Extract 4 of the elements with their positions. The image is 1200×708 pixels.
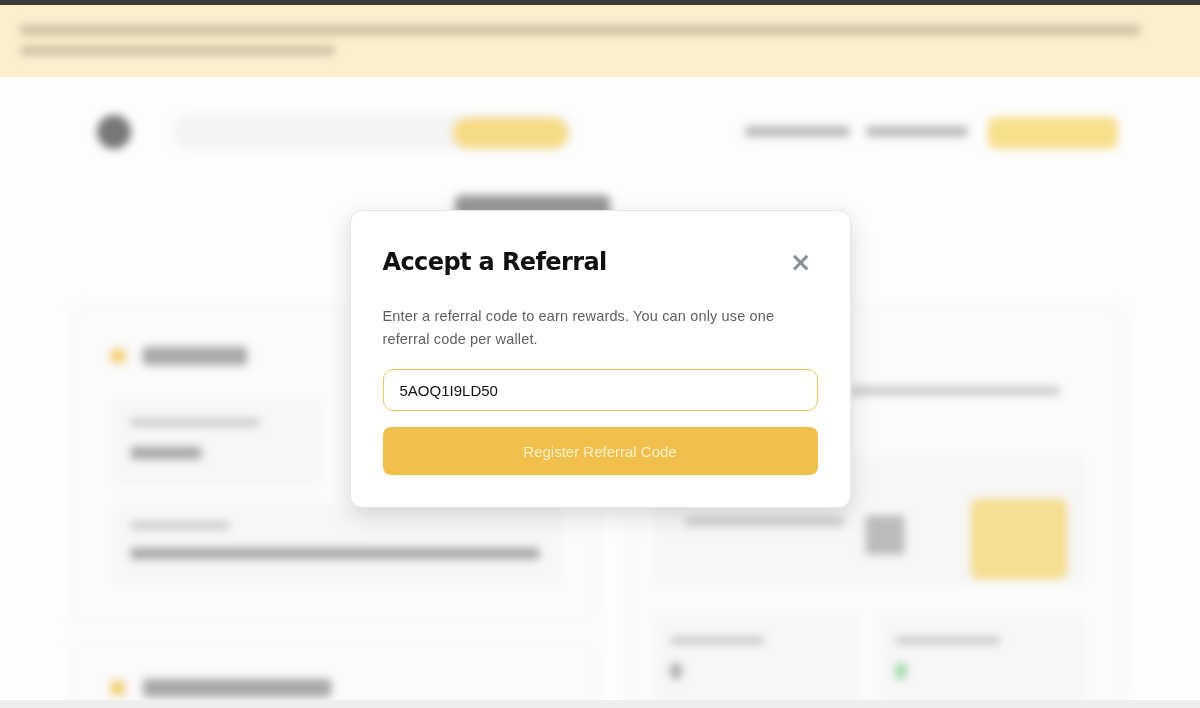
- referral-code-field[interactable]: 5AOQ1I9LD50: [382, 369, 818, 411]
- dialog-title: Accept a Referral: [382, 248, 607, 276]
- close-button[interactable]: ×: [787, 249, 814, 275]
- dialog-description: Enter a referral code to earn rewards. You can only use one referral code per wallet.: [382, 307, 776, 349]
